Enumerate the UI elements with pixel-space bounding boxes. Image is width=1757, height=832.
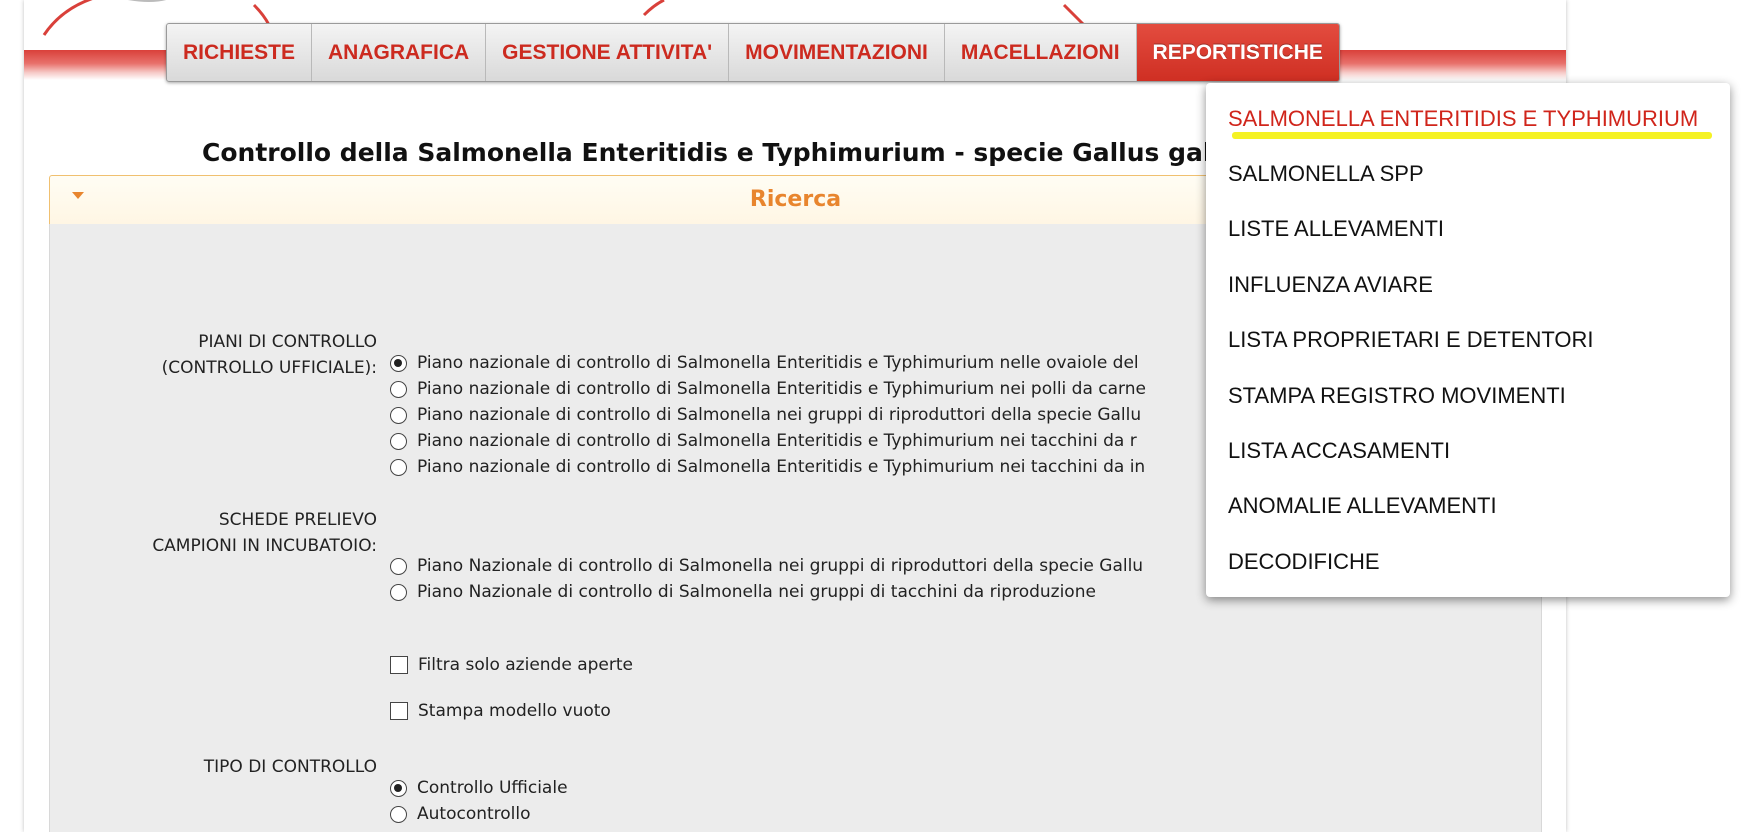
piano-option-1[interactable]: Piano nazionale di controllo di Salmonel…: [390, 350, 1210, 376]
option-label: Controllo Ufficiale: [417, 778, 568, 798]
radio-button[interactable]: [390, 432, 407, 450]
option-label: Piano nazionale di controllo di Salmonel…: [417, 353, 1139, 373]
checkbox-label: Stampa modello vuoto: [418, 701, 611, 721]
piano-option-4[interactable]: Piano nazionale di controllo di Salmonel…: [390, 428, 1210, 454]
radio-button[interactable]: [390, 406, 407, 424]
tipo-controllo-label: TIPO DI CONTROLLO: [203, 757, 377, 777]
radio-button[interactable]: [390, 557, 407, 575]
option-label: Piano Nazionale di controllo di Salmonel…: [417, 582, 1096, 602]
radio-button[interactable]: [390, 805, 407, 823]
menu-item-influenza-aviare[interactable]: INFLUENZA AVIARE: [1228, 272, 1433, 298]
checkbox[interactable]: [390, 702, 408, 720]
main-nav: RICHIESTE ANAGRAFICA GESTIONE ATTIVITA' …: [166, 23, 1340, 82]
menu-item-salmonella-enteritidis[interactable]: SALMONELLA ENTERITIDIS E TYPHIMURIUM: [1228, 106, 1698, 132]
radio-button[interactable]: [390, 354, 407, 372]
option-label: Piano nazionale di controllo di Salmonel…: [417, 379, 1146, 399]
scheda-option-1[interactable]: Piano Nazionale di controllo di Salmonel…: [390, 553, 1210, 579]
piano-option-3[interactable]: Piano nazionale di controllo di Salmonel…: [390, 402, 1210, 428]
radio-button[interactable]: [390, 583, 407, 601]
nav-gestione-attivita[interactable]: GESTIONE ATTIVITA': [486, 24, 730, 81]
tipo-option-autocontrollo[interactable]: Autocontrollo: [390, 801, 531, 827]
stampa-modello-vuoto[interactable]: Stampa modello vuoto: [390, 698, 611, 724]
nav-reportistiche[interactable]: REPORTISTICHE: [1136, 24, 1339, 81]
checkbox[interactable]: [390, 656, 408, 674]
piano-option-5[interactable]: Piano nazionale di controllo di Salmonel…: [390, 454, 1210, 480]
tipo-option-ufficiale[interactable]: Controllo Ufficiale: [390, 775, 568, 801]
filtra-aziende-aperte[interactable]: Filtra solo aziende aperte: [390, 652, 633, 678]
checkbox-label: Filtra solo aziende aperte: [418, 655, 633, 675]
menu-item-stampa-registro[interactable]: STAMPA REGISTRO MOVIMENTI: [1228, 383, 1566, 409]
nav-movimentazioni[interactable]: MOVIMENTAZIONI: [729, 24, 945, 81]
menu-item-liste-allevamenti[interactable]: LISTE ALLEVAMENTI: [1228, 216, 1444, 242]
schede-label-line2: CAMPIONI IN INCUBATOIO:: [152, 536, 377, 556]
menu-item-lista-proprietari[interactable]: LISTA PROPRIETARI E DETENTORI: [1228, 327, 1594, 353]
piani-label: PIANI DI CONTROLLO (CONTROLLO UFFICIALE)…: [130, 329, 377, 381]
option-label: Piano Nazionale di controllo di Salmonel…: [417, 556, 1144, 576]
option-label: Piano nazionale di controllo di Salmonel…: [417, 405, 1142, 425]
menu-item-lista-accasamenti[interactable]: LISTA ACCASAMENTI: [1228, 438, 1450, 464]
menu-item-salmonella-spp[interactable]: SALMONELLA SPP: [1228, 161, 1424, 187]
reportistiche-dropdown: SALMONELLA ENTERITIDIS E TYPHIMURIUM SAL…: [1206, 83, 1730, 597]
schede-label: SCHEDE PRELIEVO CAMPIONI IN INCUBATOIO:: [130, 507, 377, 559]
option-label: Autocontrollo: [417, 804, 531, 824]
scheda-option-2[interactable]: Piano Nazionale di controllo di Salmonel…: [390, 579, 1210, 605]
menu-item-decodifiche[interactable]: DECODIFICHE: [1228, 549, 1380, 575]
piani-label-line1: PIANI DI CONTROLLO: [198, 332, 377, 352]
schede-label-line1: SCHEDE PRELIEVO: [218, 510, 377, 530]
nav-anagrafica[interactable]: ANAGRAFICA: [312, 24, 487, 81]
piano-option-2[interactable]: Piano nazionale di controllo di Salmonel…: [390, 376, 1210, 402]
piani-label-line2: (CONTROLLO UFFICIALE):: [161, 358, 377, 378]
highlight-underline: [1232, 132, 1712, 139]
radio-button[interactable]: [390, 458, 407, 476]
radio-button[interactable]: [390, 779, 407, 797]
option-label: Piano nazionale di controllo di Salmonel…: [417, 457, 1146, 477]
menu-item-anomalie-allevamenti[interactable]: ANOMALIE ALLEVAMENTI: [1228, 493, 1497, 519]
option-label: Piano nazionale di controllo di Salmonel…: [417, 431, 1137, 451]
nav-macellazioni[interactable]: MACELLAZIONI: [945, 24, 1137, 81]
page-title: Controllo della Salmonella Enteritidis e…: [202, 138, 1221, 167]
radio-button[interactable]: [390, 380, 407, 398]
nav-richieste[interactable]: RICHIESTE: [167, 24, 313, 81]
